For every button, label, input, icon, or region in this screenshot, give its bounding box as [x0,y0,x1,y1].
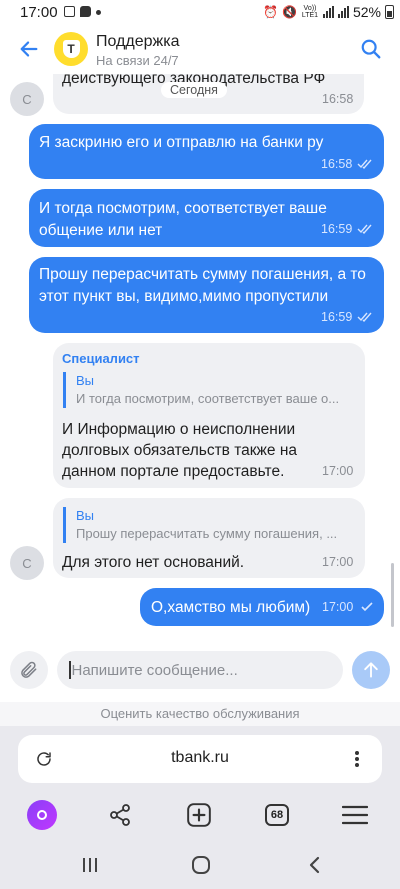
text-caret [69,661,71,679]
recent-apps-button[interactable] [78,855,102,875]
battery-percent: 52% [352,4,381,20]
chat-title: Поддержка [96,33,180,50]
signal-2-icon [337,6,349,18]
scrollbar[interactable] [391,563,394,627]
new-tab-button[interactable] [182,798,216,832]
home-icon [192,856,210,874]
message-time: 17:00 [322,600,354,614]
message-outgoing: Я заскриню его и отправлю на банки ру 16… [29,124,384,179]
attach-button[interactable] [10,651,48,689]
message-input[interactable]: Напишите сообщение... [57,651,343,689]
tabs-count: 68 [265,804,289,826]
paperclip-icon [21,661,37,678]
status-bar: 17:00 ⏰ 🔇 Vo)) LTE1 52% [0,0,400,26]
quote-author: Вы [76,373,95,388]
double-check-icon [357,159,372,169]
volte-indicator: Vo)) LTE1 [301,5,319,19]
send-button[interactable] [352,651,390,689]
plus-square-icon [187,803,211,827]
signal-icon [322,6,334,18]
sender-name: Специалист [62,351,140,366]
message-text: Прошу перерасчитать сумму погашения, а т… [39,266,366,283]
message-outgoing: О,хамство мы любим) 17:00 [140,588,384,626]
share-icon [110,804,130,826]
hamburger-icon [342,805,368,825]
message-text: И Информацию о неисполнении [62,421,296,438]
chat-subtitle: На связи 24/7 [96,53,179,68]
message-time: 17:00 [322,555,354,569]
message-incoming: Вы Прошу перерасчитать сумму погашения, … [53,498,365,578]
alice-button[interactable] [25,798,59,832]
message-text: долговых обязательств также на [62,442,298,459]
message-text: Для этого нет оснований. [62,554,245,571]
message-notification-icon [80,6,91,17]
message-outgoing: Прошу перерасчитать сумму погашения, а т… [29,257,384,333]
rate-service-link[interactable]: Оценить качество обслуживания [0,706,400,721]
kebab-menu-icon[interactable] [355,751,359,767]
message-incoming: Специалист Вы И тогда посмотрим, соответ… [53,343,365,488]
message-time: 16:58 [321,157,353,171]
message-time: 16:59 [321,222,353,236]
avatar: С [10,82,44,116]
reply-quote[interactable]: Вы И тогда посмотрим, соответствует ваше… [63,372,353,408]
quote-text: Прошу перерасчитать сумму погашения, ... [76,526,338,541]
back-button[interactable] [302,855,326,875]
message-text: Я заскриню его и отправлю на банки ру [39,134,324,151]
back-arrow-icon[interactable] [18,38,40,60]
home-button[interactable] [189,855,213,875]
double-check-icon [357,312,372,322]
arrow-up-icon [364,662,378,678]
check-icon [361,602,373,612]
gallery-notification-icon [64,6,75,17]
message-time: 16:58 [322,92,354,106]
message-text: данном портале предоставьте. [62,463,285,480]
quote-text: И тогда посмотрим, соответствует ваше о.… [76,391,340,406]
message-text: общение или нет [39,222,163,239]
recent-apps-icon [83,858,97,872]
menu-button[interactable] [338,798,372,832]
quote-author: Вы [76,508,95,523]
back-chevron-icon [309,856,320,874]
search-icon[interactable] [360,38,382,60]
avatar: С [10,546,44,580]
message-time: 17:00 [322,464,354,478]
tabs-button[interactable]: 68 [260,798,294,832]
double-check-icon [357,224,372,234]
alarm-icon: ⏰ [263,5,279,19]
message-placeholder: Напишите сообщение... [71,661,238,679]
url-text[interactable]: tbank.ru [0,749,400,767]
message-time: 16:59 [321,310,353,324]
dot-notification-icon [96,10,101,15]
message-outgoing: И тогда посмотрим, соответствует ваше об… [29,189,384,247]
message-text: И тогда посмотрим, соответствует ваше [39,200,327,217]
tbank-logo: T [54,32,88,66]
message-text: этот пункт вы, видимо,мимо пропустили [39,288,329,305]
message-text: О,хамство мы любим) [151,599,311,616]
date-separator: Сегодня [161,82,227,98]
battery-icon [385,5,394,19]
logo-letter: T [62,40,80,58]
reply-quote[interactable]: Вы Прошу перерасчитать сумму погашения, … [63,507,353,543]
chat-header: T Поддержка На связи 24/7 [0,26,400,74]
alice-icon [27,800,57,830]
share-button[interactable] [103,798,137,832]
mute-icon: 🔇 [282,5,297,19]
status-time: 17:00 [20,4,58,21]
